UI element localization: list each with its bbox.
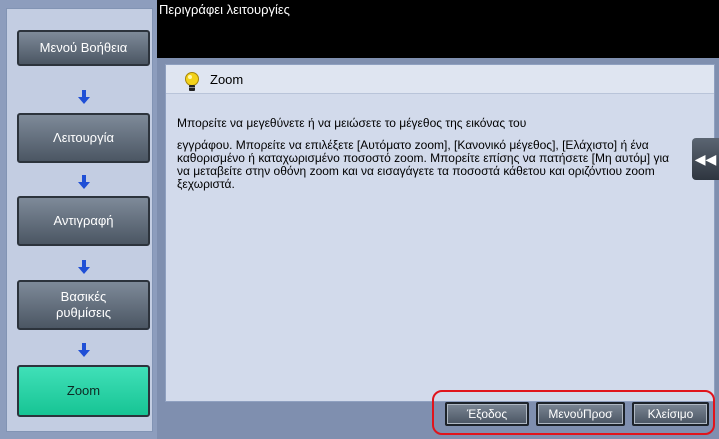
arrow-down-icon	[78, 260, 90, 274]
card-title: Zoom	[210, 72, 244, 87]
sidebar-item-help-menu[interactable]: Μενού Βοήθεια	[17, 30, 150, 66]
arrow-down-icon	[78, 175, 90, 189]
arrow-down-icon	[78, 343, 90, 357]
sidebar-item-copy[interactable]: Αντιγραφή	[17, 196, 150, 246]
double-chevron-left-icon: ◀◀	[694, 150, 717, 167]
description-text: Μπορείτε να μεγεθύνετε ή να μειώσετε το …	[177, 117, 677, 191]
close-button[interactable]: Κλείσιμο	[632, 402, 709, 426]
lightbulb-icon	[185, 72, 199, 91]
help-card: Zoom Μπορείτε να μεγεθύνετε ή να μειώσετ…	[165, 64, 715, 402]
sidebar-item-zoom[interactable]: Zoom	[17, 365, 150, 417]
arrow-down-icon	[78, 90, 90, 104]
sidebar: Μενού Βοήθεια Λειτουργία Αντιγραφή Βασικ…	[0, 0, 157, 439]
content-area: Zoom Μπορείτε να μεγεθύνετε ή να μειώσετ…	[157, 58, 719, 439]
previous-menu-button[interactable]: ΜενούΠροσ	[536, 402, 625, 426]
exit-button[interactable]: Έξοδος	[445, 402, 529, 426]
sidebar-item-basic-settings[interactable]: Βασικές ρυθμίσεις	[17, 280, 150, 330]
description-paragraph: εγγράφου. Μπορείτε να επιλέξετε [Αυτόματ…	[177, 138, 670, 191]
sidebar-item-function[interactable]: Λειτουργία	[17, 113, 150, 163]
description-paragraph: Μπορείτε να μεγεθύνετε ή να μειώσετε το …	[177, 116, 527, 130]
header: Περιγράφει λειτουργίες	[157, 0, 719, 58]
collapse-tab-button[interactable]: ◀◀	[692, 138, 719, 180]
card-title-bar: Zoom	[166, 65, 714, 94]
breadcrumb-panel: Μενού Βοήθεια Λειτουργία Αντιγραφή Βασικ…	[6, 8, 153, 432]
page-title: Περιγράφει λειτουργίες	[159, 2, 290, 17]
